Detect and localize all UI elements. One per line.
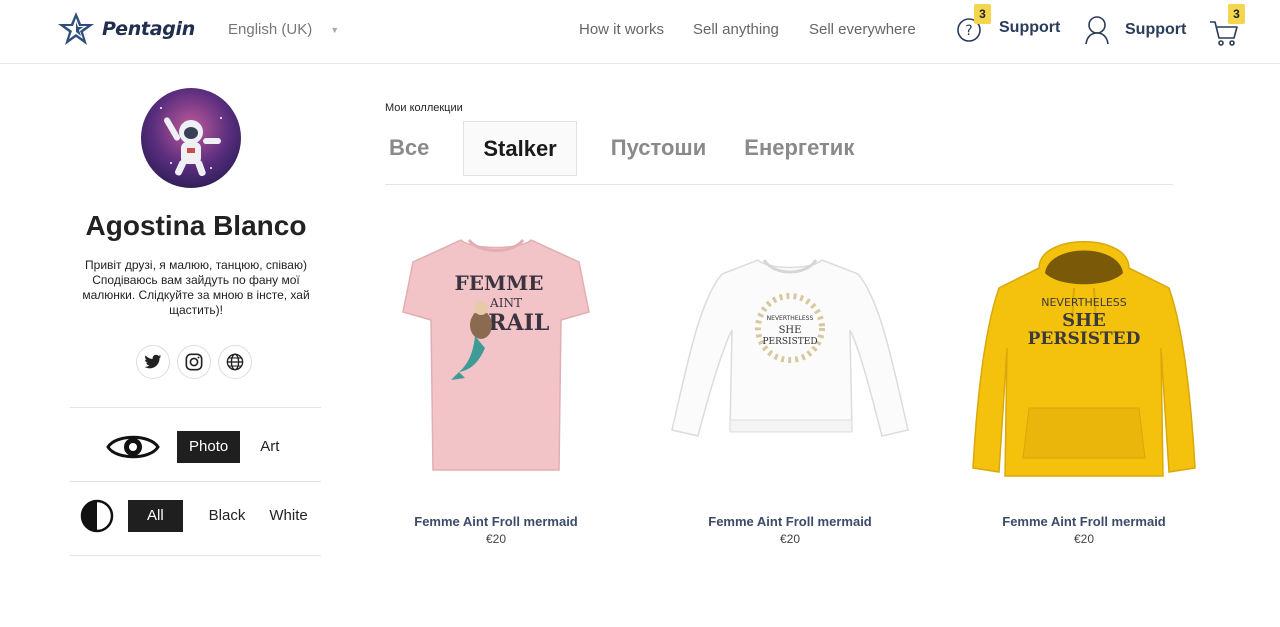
product-card[interactable]: NEVERTHELESS SHE PERSISTED Femme Aint Fr… — [959, 200, 1209, 546]
social-links — [136, 345, 259, 379]
svg-text:?: ? — [965, 23, 972, 39]
color-filter: All Black White — [70, 499, 330, 533]
tabs-divider — [385, 184, 1173, 185]
product-image[interactable]: NEVERTHELESS SHE PERSISTED — [665, 200, 915, 500]
collection-tabs: Все Stalker Пустоши Енергетик — [385, 121, 888, 176]
contrast-icon — [80, 499, 114, 533]
twitter-link[interactable] — [136, 345, 170, 379]
support-user-label: Support — [1125, 21, 1187, 38]
support-help-link[interactable]: ? Support — [955, 14, 1060, 42]
nav-sell-anything[interactable]: Sell anything — [693, 21, 779, 38]
print-line-2: SHE — [779, 325, 802, 336]
product-title[interactable]: Femme Aint Froll mermaid — [665, 514, 915, 529]
divider — [70, 481, 321, 482]
eye-icon — [106, 431, 160, 463]
profile-bio: Привіт друзі, я малюю, танцюю, співаю) С… — [82, 258, 310, 317]
product-image[interactable]: FEMME AINT FRAIL — [371, 200, 621, 500]
twitter-icon — [144, 354, 162, 369]
product-title[interactable]: Femme Aint Froll mermaid — [371, 514, 621, 529]
product-card[interactable]: NEVERTHELESS SHE PERSISTED Femme Aint Fr… — [665, 200, 915, 546]
sweatshirt-image: NEVERTHELESS SHE PERSISTED — [671, 259, 909, 437]
type-filter: Photo Art — [70, 431, 330, 463]
tab-all[interactable]: Все — [385, 121, 433, 176]
product-price: €20 — [1073, 532, 1095, 546]
brand-logo[interactable]: Pentagin — [56, 10, 195, 48]
brand-name: Pentagin — [102, 18, 195, 40]
product-image[interactable]: NEVERTHELESS SHE PERSISTED — [959, 200, 1209, 500]
print-line-1: NEVERTHELESS — [767, 315, 814, 322]
collections-label: Мои коллекции — [385, 102, 463, 114]
cart-badge: 3 — [1228, 4, 1245, 24]
divider — [70, 555, 321, 556]
print-line-2: AINT — [489, 296, 522, 310]
filter-photo[interactable]: Photo — [177, 431, 241, 463]
filter-white[interactable]: White — [257, 500, 319, 532]
filter-all[interactable]: All — [128, 500, 183, 532]
tab-stalker[interactable]: Stalker — [463, 121, 577, 176]
print-line-2: SHE — [1062, 310, 1106, 331]
astronaut-avatar-image — [141, 88, 241, 188]
print-line-3: PERSISTED — [762, 337, 817, 347]
support-help-label: Support — [999, 19, 1061, 36]
language-selector[interactable]: English (UK) ▼ — [228, 21, 339, 38]
tshirt-image: FEMME AINT FRAIL — [402, 238, 590, 471]
filter-art[interactable]: Art — [248, 431, 291, 463]
chevron-down-icon: ▼ — [330, 24, 340, 35]
product-title[interactable]: Femme Aint Froll mermaid — [959, 514, 1209, 529]
tab-energetic[interactable]: Енергетик — [740, 121, 858, 176]
print-line-1: NEVERTHELESS — [1041, 296, 1126, 309]
notification-badge: 3 — [974, 4, 991, 24]
profile-name: Agostina Blanco — [85, 210, 307, 241]
user-icon — [1085, 16, 1109, 45]
print-line-1: FEMME — [455, 271, 544, 295]
avatar — [141, 88, 241, 188]
star-logo-icon — [58, 12, 94, 45]
hoodie-image: NEVERTHELESS SHE PERSISTED — [972, 241, 1196, 477]
filter-black[interactable]: Black — [197, 500, 258, 532]
nav-how-it-works[interactable]: How it works — [579, 21, 664, 38]
instagram-icon — [185, 353, 203, 371]
instagram-link[interactable] — [177, 345, 211, 379]
divider — [70, 407, 321, 408]
top-header: Pentagin English (UK) ▼ How it works Sel… — [0, 0, 1280, 64]
globe-icon — [226, 353, 244, 371]
print-line-3: PERSISTED — [1028, 329, 1141, 349]
product-price: €20 — [779, 532, 801, 546]
website-link[interactable] — [218, 345, 252, 379]
product-card[interactable]: FEMME AINT FRAIL Femme Aint Froll mermai… — [371, 200, 621, 546]
support-user-link[interactable]: Support — [1083, 14, 1186, 46]
product-price: €20 — [485, 532, 507, 546]
nav-sell-everywhere[interactable]: Sell everywhere — [809, 21, 916, 38]
tab-wastelands[interactable]: Пустоши — [607, 121, 711, 176]
language-label: English (UK) — [228, 21, 313, 38]
